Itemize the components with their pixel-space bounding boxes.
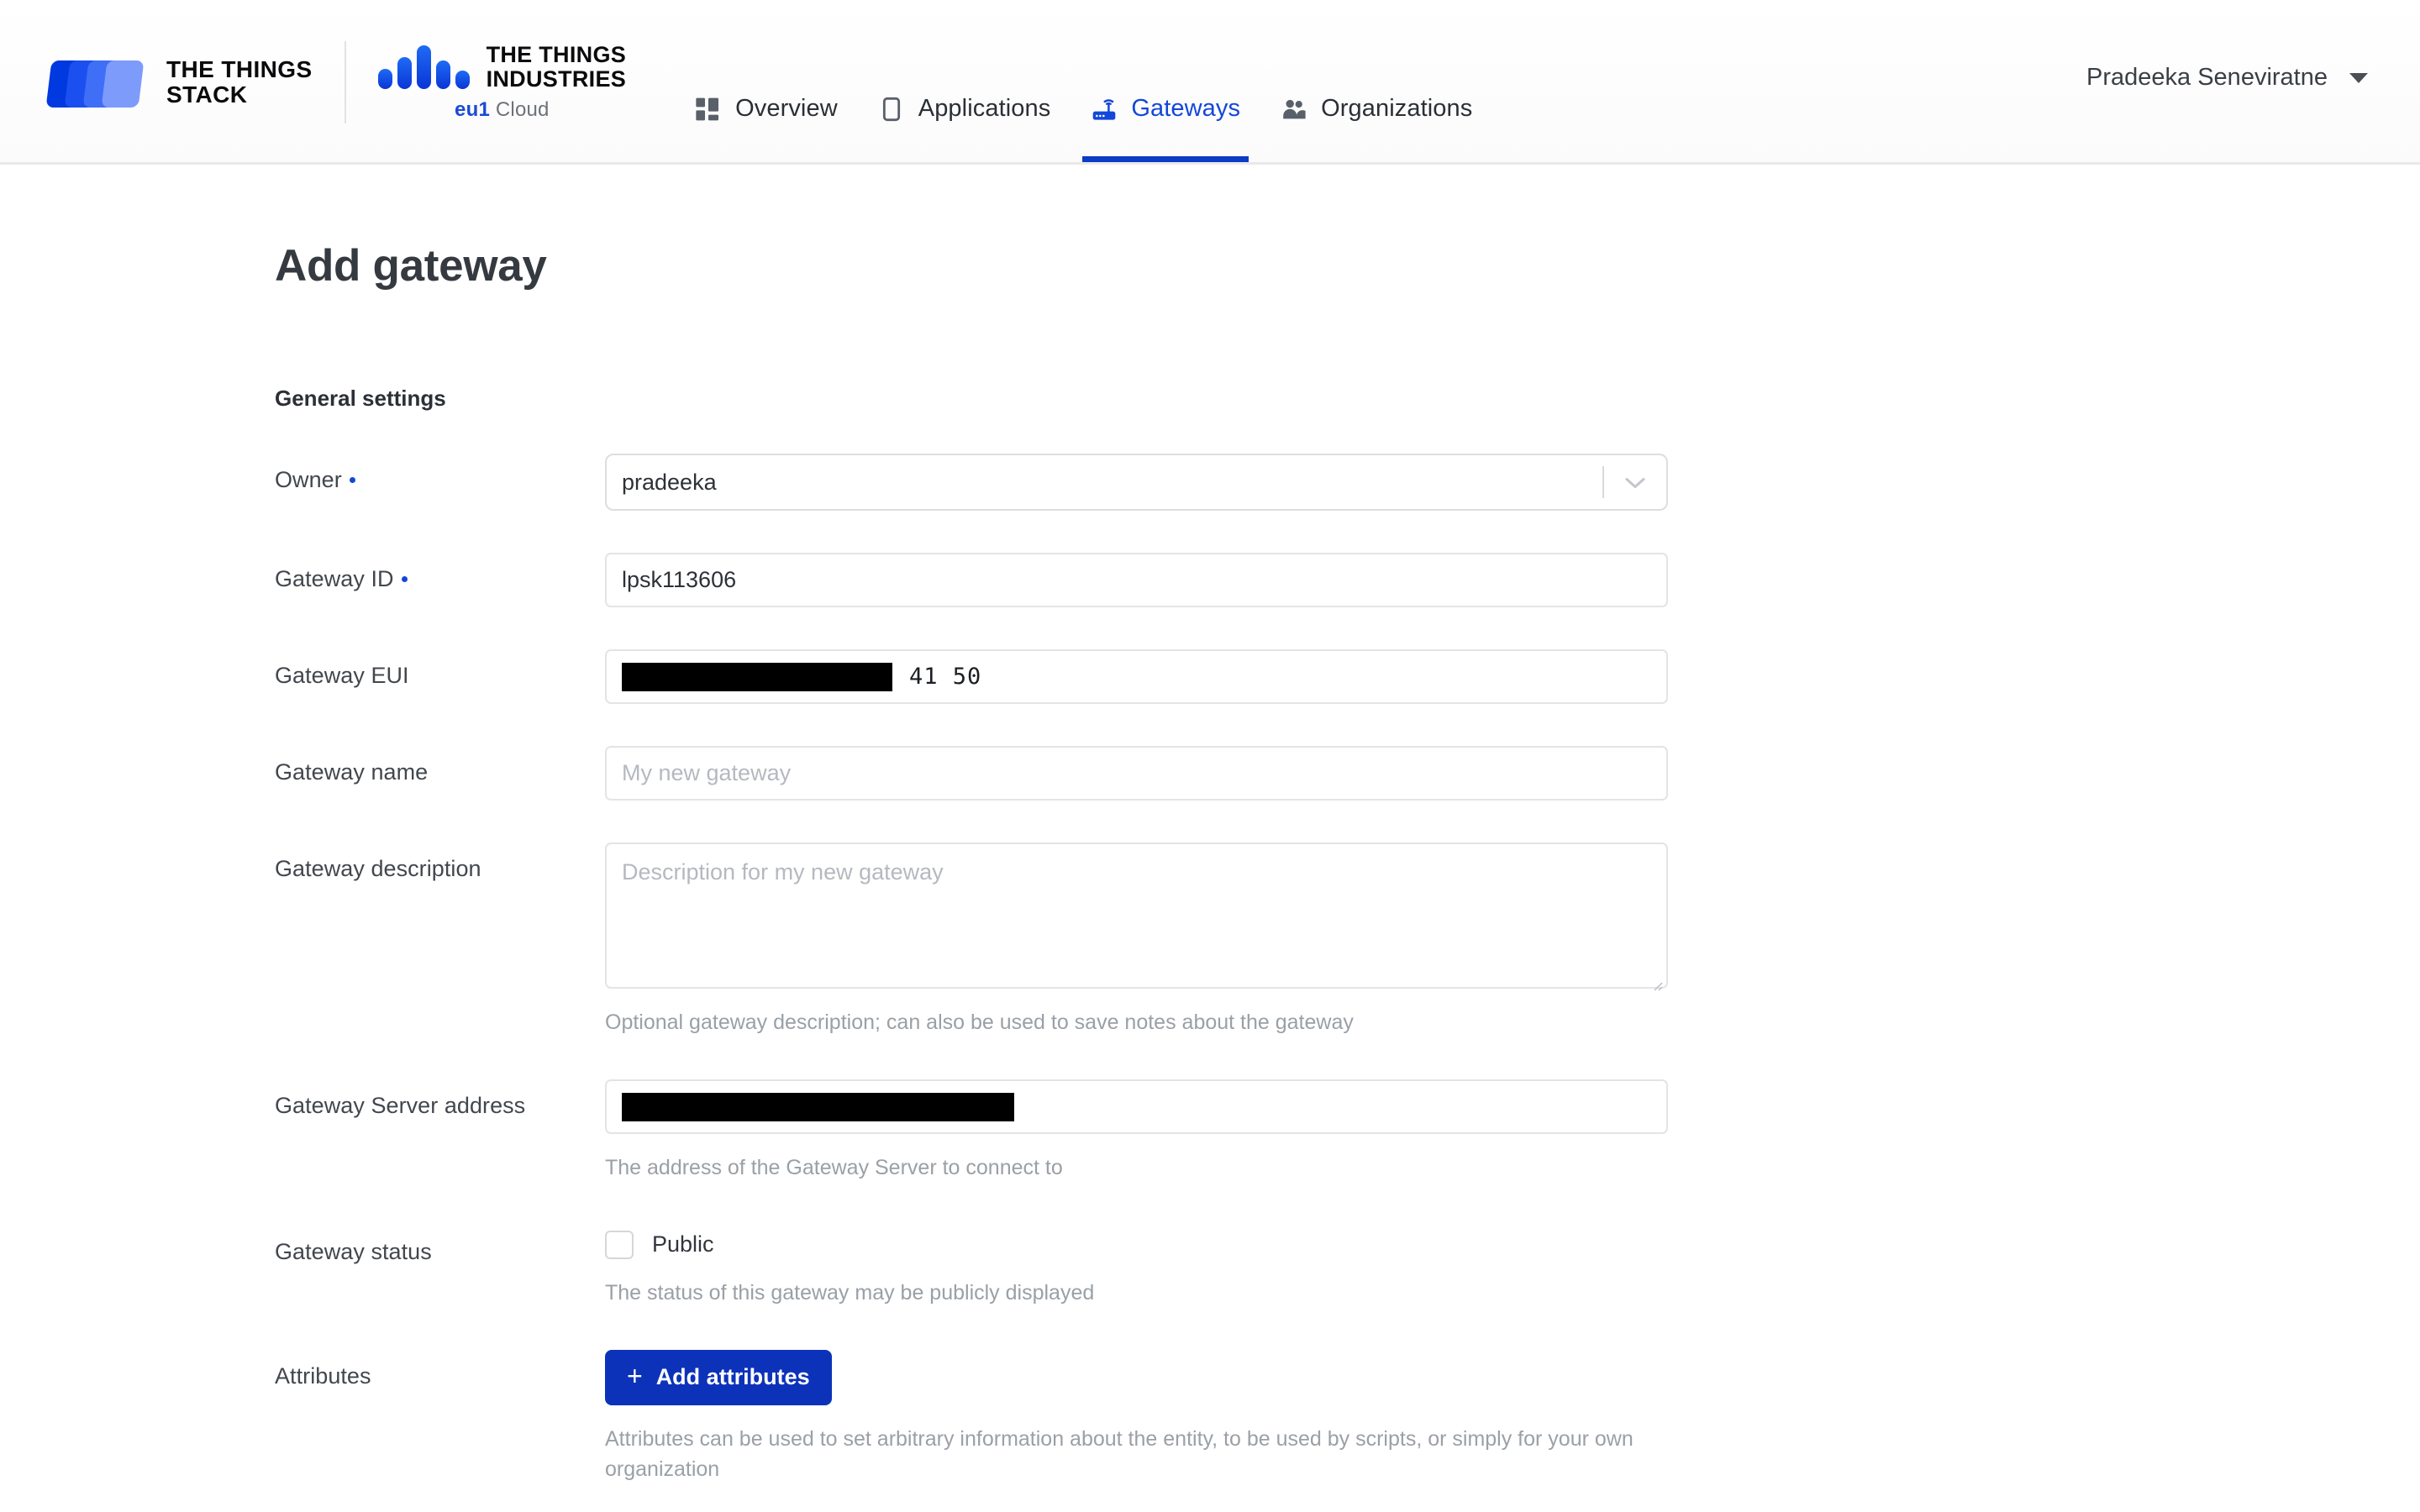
brand-zone: THE THINGS STACK THE THINGS INDUSTRIES (0, 0, 626, 165)
primary-navigation: Overview Applications (675, 0, 1492, 165)
attributes-label: Attributes (275, 1350, 605, 1389)
nav-item-overview-label: Overview (735, 95, 838, 123)
chevron-down-icon[interactable] (1624, 470, 1651, 496)
nav-item-gateways-label: Gateways (1131, 95, 1240, 123)
brand-divider (345, 41, 346, 123)
required-indicator-icon (350, 477, 355, 483)
select-divider (1602, 466, 1604, 498)
owner-select[interactable]: pradeeka (605, 454, 1668, 511)
gateway-id-value: lpsk113606 (622, 567, 736, 593)
cluster-name: eu1 (455, 98, 490, 121)
form-row-owner: Owner pradeeka (275, 454, 2420, 511)
caret-down-icon[interactable] (2349, 73, 2368, 83)
form-row-gateway-name: Gateway name My new gateway (275, 746, 2420, 801)
section-title-general-settings: General settings (275, 386, 2420, 412)
application-icon (878, 96, 905, 123)
form-row-gateway-status: Gateway status Public The status of this… (275, 1226, 2420, 1308)
owner-label-text: Owner (275, 467, 342, 492)
gateway-eui-label: Gateway EUI (275, 649, 605, 689)
gateway-server-address-input[interactable] (605, 1079, 1668, 1134)
nav-item-applications[interactable]: Applications (858, 0, 1071, 162)
organizations-people-icon (1281, 96, 1307, 123)
nav-item-applications-label: Applications (918, 95, 1051, 123)
things-industries-wordmark: THE THINGS INDUSTRIES (487, 43, 627, 92)
gateway-router-icon (1091, 96, 1118, 123)
things-industries-bars-icon (378, 45, 470, 89)
gateway-description-label: Gateway description (275, 843, 605, 882)
user-name-label: Pradeeka Seneviratne (2086, 64, 2328, 92)
user-menu[interactable]: Pradeeka Seneviratne (2086, 0, 2420, 92)
gateway-id-label: Gateway ID (275, 553, 605, 592)
resize-handle-icon[interactable] (1649, 971, 1663, 984)
form-row-attributes: Attributes + Add attributes Attributes c… (275, 1350, 2420, 1485)
gateway-name-input[interactable]: My new gateway (605, 746, 1668, 801)
gateway-status-label: Gateway status (275, 1226, 605, 1265)
form-row-gateway-eui: Gateway EUI 41 50 (275, 649, 2420, 704)
gateway-server-address-label: Gateway Server address (275, 1079, 605, 1119)
page-title: Add gateway (275, 240, 2420, 291)
owner-label: Owner (275, 454, 605, 493)
nav-item-gateways[interactable]: Gateways (1071, 0, 1260, 162)
gateway-eui-visible-value: 41 50 (909, 664, 981, 690)
gateway-eui-input[interactable]: 41 50 (605, 649, 1668, 704)
gateway-description-placeholder: Description for my new gateway (622, 859, 944, 885)
things-stack-wordmark-line2: STACK (166, 82, 313, 108)
form-row-gateway-description: Gateway description Description for my n… (275, 843, 2420, 1037)
cluster-suffix: Cloud (490, 98, 550, 121)
redaction-box (622, 663, 892, 691)
nav-item-organizations-label: Organizations (1321, 95, 1472, 123)
redaction-box (622, 1093, 1014, 1121)
gateway-name-label-text: Gateway name (275, 759, 428, 785)
cluster-label: eu1 Cloud (455, 98, 550, 122)
things-stack-cards-icon (49, 55, 148, 109)
gateway-description-label-text: Gateway description (275, 856, 481, 881)
public-checkbox[interactable] (605, 1231, 634, 1259)
main-content: Add gateway General settings Owner prade… (0, 240, 2420, 1512)
required-indicator-icon (402, 576, 408, 582)
gateway-id-input[interactable]: lpsk113606 (605, 553, 1668, 607)
attributes-hint: Attributes can be used to set arbitrary … (605, 1424, 1668, 1485)
gateway-name-placeholder: My new gateway (622, 760, 791, 786)
things-stack-wordmark-line1: THE THINGS (166, 57, 313, 82)
form-row-gateway-id: Gateway ID lpsk113606 (275, 553, 2420, 607)
nav-item-overview[interactable]: Overview (675, 0, 858, 162)
the-things-stack-logo[interactable]: THE THINGS STACK (49, 55, 313, 109)
public-checkbox-label: Public (652, 1231, 714, 1257)
gateway-server-address-label-text: Gateway Server address (275, 1093, 525, 1118)
add-attributes-button[interactable]: + Add attributes (605, 1350, 832, 1405)
owner-select-value: pradeeka (622, 470, 717, 496)
gateway-id-label-text: Gateway ID (275, 566, 394, 591)
form-row-gateway-server-address: Gateway Server address The address of th… (275, 1079, 2420, 1183)
gateway-description-textarea[interactable]: Description for my new gateway (605, 843, 1668, 989)
plus-icon: + (627, 1362, 643, 1389)
gateway-name-label: Gateway name (275, 746, 605, 785)
gateway-eui-label-text: Gateway EUI (275, 663, 409, 688)
gateway-status-hint: The status of this gateway may be public… (605, 1278, 1668, 1308)
gateway-server-address-hint: The address of the Gateway Server to con… (605, 1152, 1668, 1183)
gateway-description-hint: Optional gateway description; can also b… (605, 1007, 1668, 1037)
app-header: THE THINGS STACK THE THINGS INDUSTRIES (0, 0, 2420, 165)
things-stack-wordmark: THE THINGS STACK (166, 57, 313, 108)
things-industries-wordmark-line2: INDUSTRIES (487, 67, 627, 92)
add-attributes-button-label: Add attributes (656, 1364, 810, 1390)
grid-icon (695, 96, 722, 123)
the-things-industries-logo[interactable]: THE THINGS INDUSTRIES eu1 Cloud (378, 43, 627, 122)
gateway-status-label-text: Gateway status (275, 1239, 432, 1264)
attributes-label-text: Attributes (275, 1363, 371, 1389)
things-industries-wordmark-line1: THE THINGS (487, 43, 627, 67)
nav-item-organizations[interactable]: Organizations (1260, 0, 1492, 162)
